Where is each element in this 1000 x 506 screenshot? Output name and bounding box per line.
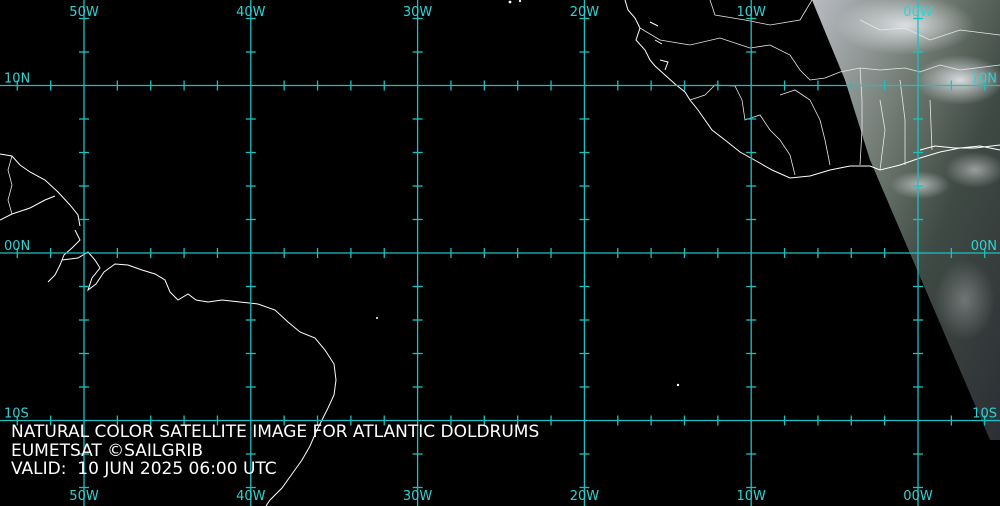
longitude-label-top: 00W [903, 5, 933, 20]
longitude-label-bottom: 20W [570, 489, 600, 504]
latitude-label-right: 10S [972, 407, 997, 422]
caption-title: NATURAL COLOR SATELLITE IMAGE FOR ATLANT… [11, 422, 540, 442]
caption-credit: EUMETSAT ©SAILGRIB [11, 440, 204, 461]
longitude-label-top: 10W [736, 5, 766, 20]
longitude-label-top: 30W [403, 5, 433, 20]
longitude-label-bottom: 50W [69, 489, 99, 504]
longitude-label-top: 20W [570, 5, 600, 20]
longitude-label-bottom: 30W [403, 489, 433, 504]
caption-valid-time: VALID: 10 JUN 2025 06:00 UTC [11, 459, 277, 479]
longitude-label-top: 50W [69, 5, 99, 20]
longitude-label-bottom: 40W [236, 489, 266, 504]
longitude-label-bottom: 00W [903, 489, 933, 504]
latitude-label-right: 00N [971, 239, 997, 254]
satellite-swath [812, 0, 1000, 440]
latitude-label-left: 10S [4, 407, 29, 422]
latitude-label-left: 00N [4, 239, 30, 254]
longitude-label-top: 40W [236, 5, 266, 20]
longitude-label-bottom: 10W [736, 489, 766, 504]
latitude-label-left: 10N [4, 72, 30, 87]
image-caption: NATURAL COLOR SATELLITE IMAGE FOR ATLANT… [11, 423, 539, 479]
latitude-label-right: 10N [971, 72, 997, 87]
